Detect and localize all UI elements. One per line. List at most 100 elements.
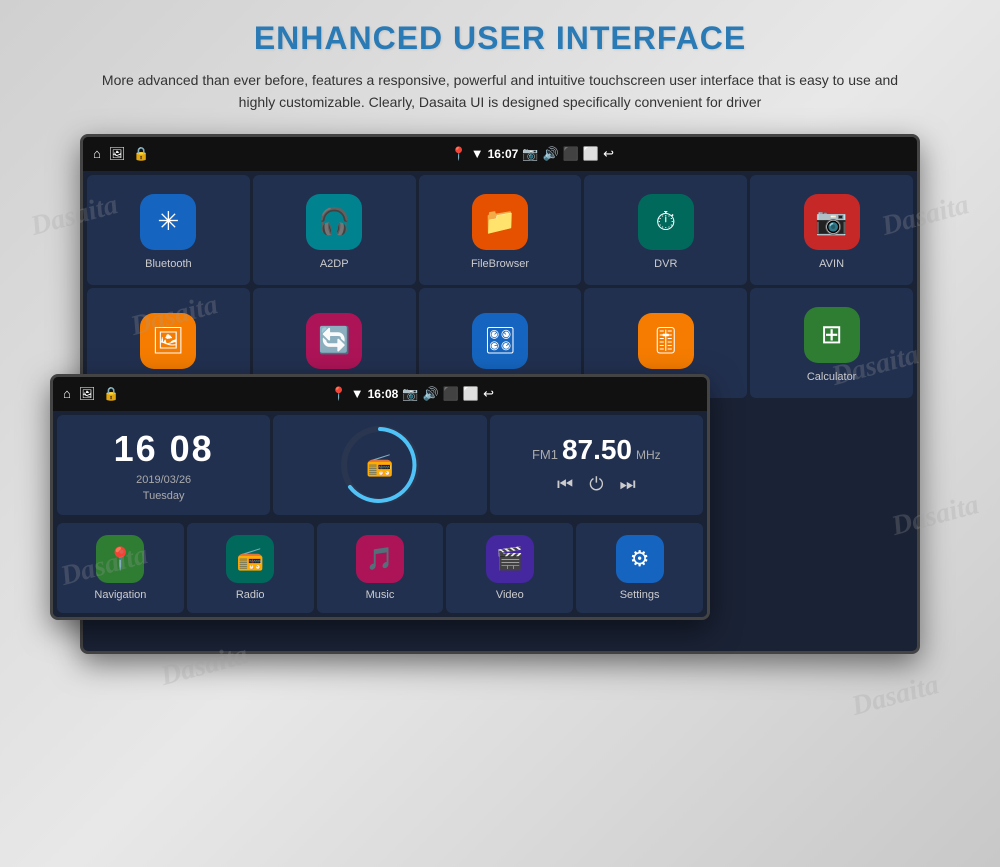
clock-date: 2019/03/26 — [136, 474, 191, 486]
status-bar-center-front: 📍 ▼ 16:08 📷 🔊 ⬛ ⬜ ↩ — [128, 386, 697, 402]
lock-icon-back: 🔒 — [133, 146, 149, 162]
equalizer-icon-bg: 🎚 — [638, 313, 694, 369]
app-avin[interactable]: 📷 AVIN — [750, 175, 913, 285]
fm-freq-row: FM1 87.50 MHz — [532, 434, 661, 466]
gallery-icon: 🖼 — [152, 325, 185, 356]
home-icon-back[interactable]: ⌂ — [93, 146, 101, 161]
a2dp-label: A2DP — [320, 258, 349, 270]
avin-icon: 📷 — [815, 206, 847, 237]
app-bluetooth[interactable]: ✳ Bluetooth — [87, 175, 250, 285]
vol-icon-front: 🔊 — [423, 386, 439, 402]
avin-label: AVIN — [819, 258, 844, 270]
camera-icon-front: 📷 — [402, 386, 418, 402]
fm-prev-btn[interactable]: ⏮ — [557, 474, 573, 495]
status-bar-center-back: 📍 ▼ 16:07 📷 🔊 ⬛ ⬜ ↩ — [158, 146, 907, 162]
nav-music[interactable]: 🎵 Music — [317, 523, 444, 613]
pin-icon-back: 📍 — [451, 146, 467, 162]
page-title: Enhanced User Interface — [30, 20, 970, 57]
radio-icon-bg: 📻 — [226, 535, 274, 583]
bluetooth-icon: ✳ — [157, 206, 179, 237]
app-dvr[interactable]: ⏱ DVR — [584, 175, 747, 285]
fm-power-btn[interactable]: ⏻ — [589, 474, 603, 495]
win1-icon-front: ⬛ — [443, 386, 459, 402]
home-icon-front[interactable]: ⌂ — [63, 386, 71, 401]
clock-day: Tuesday — [143, 490, 185, 502]
camera-icon-back: 📷 — [522, 146, 538, 162]
music-label: Music — [366, 589, 395, 601]
radio-dial-cell[interactable]: 📻 — [273, 415, 486, 515]
steering-icon-bg: 🎛 — [472, 313, 528, 369]
vol-icon-back: 🔊 — [543, 146, 559, 162]
settings-label: Settings — [620, 589, 660, 601]
radio-nav-icon: 📻 — [236, 546, 263, 572]
app-filebrowser[interactable]: 📁 FileBrowser — [419, 175, 582, 285]
win1-icon-back: ⬛ — [563, 146, 579, 162]
status-bar-back: ⌂ 🖼 🔒 📍 ▼ 16:07 📷 🔊 ⬛ ⬜ ↩ — [83, 137, 917, 171]
dvr-icon-bg: ⏱ — [638, 194, 694, 250]
fm-cell: FM1 87.50 MHz ⏮ ⏻ ⏭ — [490, 415, 703, 515]
calculator-label: Calculator — [807, 371, 857, 383]
pin-icon-front: 📍 — [331, 386, 347, 402]
nav-radio[interactable]: 📻 Radio — [187, 523, 314, 613]
page-subtitle: More advanced than ever before, features… — [100, 69, 900, 114]
image-icon-front: 🖼 — [79, 386, 96, 402]
equalizer-icon: 🎚 — [649, 325, 682, 356]
nav-settings[interactable]: ⚙ Settings — [576, 523, 703, 613]
image-icon-back: 🖼 — [109, 146, 126, 162]
fm-band: FM1 — [532, 447, 558, 462]
mirror-icon-bg: 🔄 — [306, 313, 362, 369]
app-a2dp[interactable]: 🎧 A2DP — [253, 175, 416, 285]
win2-icon-front: ⬜ — [463, 386, 479, 402]
video-icon-bg: 🎬 — [486, 535, 534, 583]
navigation-icon-bg: 📍 — [96, 535, 144, 583]
radio-label: Radio — [236, 589, 265, 601]
mirror-icon: 🔄 — [318, 325, 350, 356]
fm-next-btn[interactable]: ⏭ — [619, 474, 635, 495]
navigation-label: Navigation — [94, 589, 146, 601]
win2-icon-back: ⬜ — [583, 146, 599, 162]
screen-front: ⌂ 🖼 🔒 📍 ▼ 16:08 📷 🔊 ⬛ ⬜ ↩ — [50, 374, 710, 620]
navigation-icon: 📍 — [107, 546, 134, 572]
status-bar-left-front: ⌂ 🖼 🔒 — [63, 386, 120, 402]
fm-controls: ⏮ ⏻ ⏭ — [557, 474, 636, 495]
bluetooth-icon-bg: ✳ — [140, 194, 196, 250]
fm-frequency: 87.50 — [562, 434, 632, 466]
a2dp-icon-bg: 🎧 — [306, 194, 362, 250]
calculator-icon-bg: ⊞ — [804, 307, 860, 363]
radio-dial-container: 📻 — [340, 425, 420, 505]
clock-cell: 16 08 2019/03/26 Tuesday — [57, 415, 270, 515]
app-grid-back: ✳ Bluetooth 🎧 A2DP 📁 FileBrowser — [83, 171, 917, 402]
back-screen-time: 16:07 — [488, 147, 519, 161]
status-bar-front: ⌂ 🖼 🔒 📍 ▼ 16:08 📷 🔊 ⬛ ⬜ ↩ — [53, 377, 707, 411]
nav-video[interactable]: 🎬 Video — [446, 523, 573, 613]
status-bar-left-back: ⌂ 🖼 🔒 — [93, 146, 150, 162]
back-icon-back[interactable]: ↩ — [603, 146, 614, 162]
dvr-icon: ⏱ — [656, 206, 676, 238]
calculator-icon: ⊞ — [821, 319, 843, 350]
nav-navigation[interactable]: 📍 Navigation — [57, 523, 184, 613]
settings-icon-bg: ⚙ — [616, 535, 664, 583]
filebrowser-icon: 📁 — [484, 206, 516, 237]
front-screen-time: 16:08 — [368, 387, 399, 401]
wifi-icon-back: ▼ — [471, 146, 484, 161]
gallery-icon-bg: 🖼 — [140, 313, 196, 369]
filebrowser-label: FileBrowser — [471, 258, 529, 270]
avin-icon-bg: 📷 — [804, 194, 860, 250]
video-icon: 🎬 — [496, 546, 523, 572]
music-icon-bg: 🎵 — [356, 535, 404, 583]
fm-unit: MHz — [636, 448, 661, 462]
home-content: 16 08 2019/03/26 Tuesday 📻 — [53, 411, 707, 519]
page-wrapper: Dasaita Dasaita Dasaita Dasaita Dasaita … — [0, 0, 1000, 867]
dvr-label: DVR — [654, 258, 677, 270]
radio-icon: 📻 — [366, 452, 393, 478]
back-icon-front[interactable]: ↩ — [483, 386, 494, 402]
filebrowser-icon-bg: 📁 — [472, 194, 528, 250]
screens-container: ⌂ 🖼 🔒 📍 ▼ 16:07 📷 🔊 ⬛ ⬜ ↩ — [30, 134, 970, 714]
bottom-nav: 📍 Navigation 📻 Radio 🎵 Music — [53, 519, 707, 617]
steering-icon: 🎛 — [483, 325, 516, 356]
settings-icon: ⚙ — [630, 546, 650, 572]
clock-time: 16 08 — [114, 428, 214, 470]
app-calculator[interactable]: ⊞ Calculator — [750, 288, 913, 398]
a2dp-icon: 🎧 — [318, 206, 350, 237]
lock-icon-front: 🔒 — [103, 386, 119, 402]
